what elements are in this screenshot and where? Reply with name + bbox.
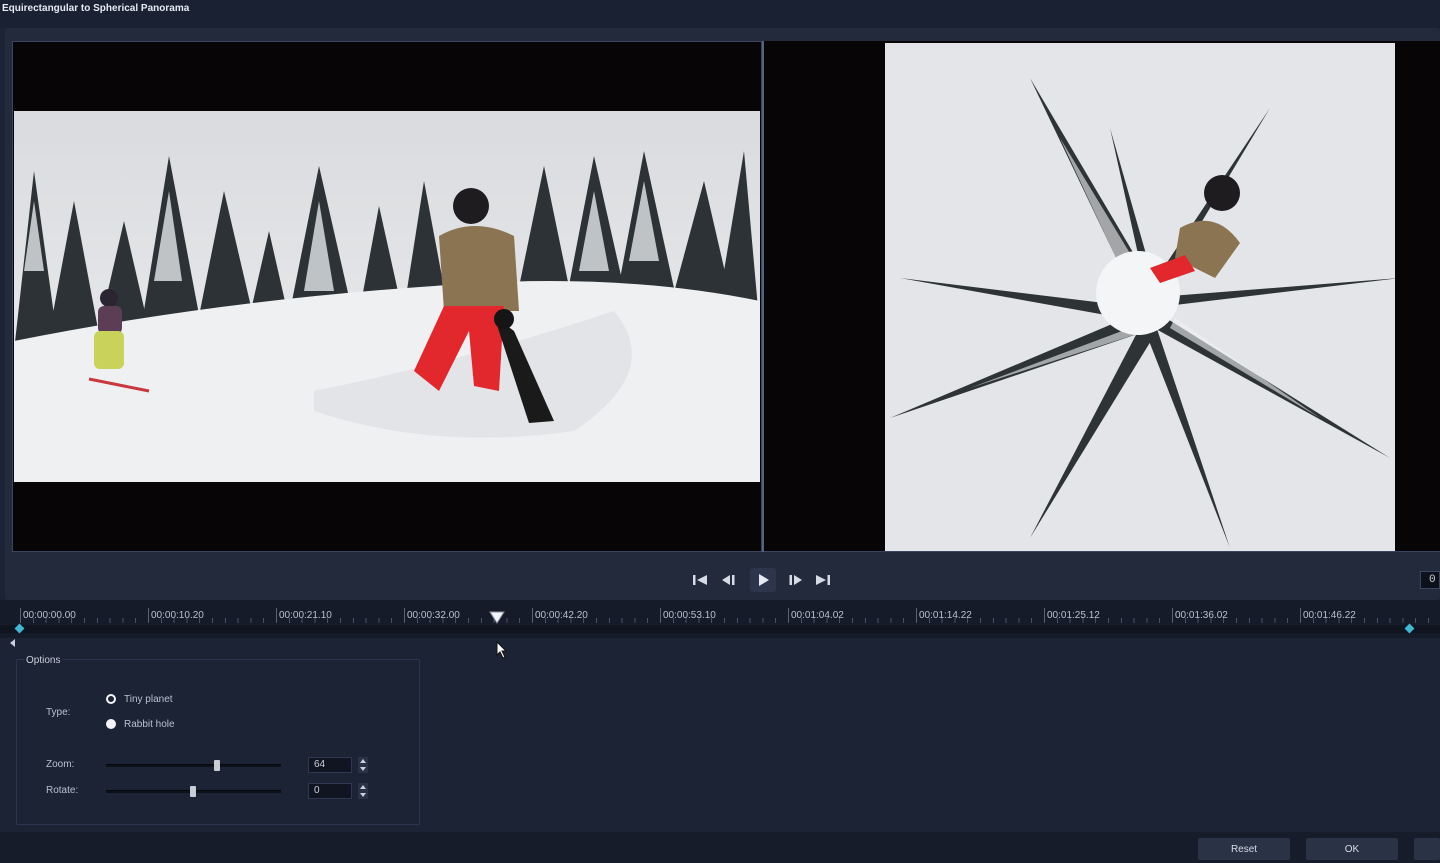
- rotate-increment-icon[interactable]: [358, 783, 368, 791]
- major-tick: [916, 608, 917, 622]
- rotate-input[interactable]: 0: [308, 783, 352, 799]
- type-label: Type:: [46, 707, 71, 718]
- cancel-button[interactable]: [1414, 838, 1440, 860]
- timeline-label: 00:01:04.02: [791, 610, 844, 621]
- ok-button[interactable]: OK: [1306, 838, 1398, 860]
- result-preview-image: [885, 43, 1395, 551]
- scroll-left-icon[interactable]: [10, 639, 15, 647]
- timeline-label: 00:00:00.00: [23, 610, 76, 621]
- panorama-dialog: Equirectangular to Spherical Panorama 0 …: [0, 0, 1440, 863]
- title-bar: Equirectangular to Spherical Panorama: [0, 0, 1440, 28]
- skip-start-icon: [693, 575, 707, 585]
- tiny-planet-label[interactable]: Tiny planet: [124, 694, 173, 705]
- next-frame-button[interactable]: [783, 568, 809, 592]
- timeline-label: 00:00:42.20: [535, 610, 588, 621]
- rabbit-hole-radio[interactable]: [106, 719, 116, 729]
- play-icon: [759, 574, 769, 586]
- timeline-label: 00:01:14.22: [919, 610, 972, 621]
- skip-end-icon: [816, 575, 830, 585]
- major-tick: [1044, 608, 1045, 622]
- tiny-planet-radio[interactable]: [106, 694, 116, 704]
- options-section-label: Options: [24, 655, 63, 666]
- zoom-stepper[interactable]: [358, 757, 368, 773]
- mouse-cursor-icon: [496, 641, 508, 659]
- step-back-icon: [722, 575, 735, 585]
- timeline-label: 00:01:25.12: [1047, 610, 1100, 621]
- major-tick: [1300, 608, 1301, 622]
- timeline-label: 00:00:32.00: [407, 610, 460, 621]
- zoom-label: Zoom:: [46, 759, 75, 770]
- step-forward-icon: [789, 575, 802, 585]
- options-panel: [16, 659, 420, 825]
- timeline-label: 00:00:53.10: [663, 610, 716, 621]
- timeline-label: 00:00:21.10: [279, 610, 332, 621]
- rotate-slider-thumb[interactable]: [190, 786, 196, 797]
- rotate-decrement-icon[interactable]: [358, 791, 368, 799]
- rabbit-hole-label[interactable]: Rabbit hole: [124, 719, 175, 730]
- major-tick: [660, 608, 661, 622]
- zoom-slider-thumb[interactable]: [214, 760, 220, 771]
- timeline-ruler[interactable]: 00:00:00.00 00:00:10.20 00:00:21.10 00:0…: [0, 600, 1440, 638]
- major-tick: [788, 608, 789, 622]
- reset-button[interactable]: Reset: [1198, 838, 1290, 860]
- major-tick: [1172, 608, 1173, 622]
- rotate-stepper[interactable]: [358, 783, 368, 799]
- zoom-slider[interactable]: [106, 764, 281, 767]
- zoom-increment-icon[interactable]: [358, 757, 368, 765]
- major-tick: [404, 608, 405, 622]
- timeline-track[interactable]: [0, 625, 1440, 633]
- timeline-label: 00:01:36.02: [1175, 610, 1228, 621]
- playhead-icon[interactable]: [489, 611, 505, 625]
- go-to-start-button[interactable]: [687, 568, 713, 592]
- timeline-label: 00:01:46.22: [1303, 610, 1356, 621]
- window-title: Equirectangular to Spherical Panorama: [2, 3, 190, 14]
- go-to-end-button[interactable]: [810, 568, 836, 592]
- zoom-decrement-icon[interactable]: [358, 765, 368, 773]
- transport-controls: 0: [0, 560, 1440, 600]
- timecode-display[interactable]: 0: [1420, 571, 1440, 589]
- rotate-label: Rotate:: [46, 785, 79, 796]
- play-button[interactable]: [750, 568, 776, 592]
- previous-frame-button[interactable]: [715, 568, 741, 592]
- major-tick: [20, 608, 21, 622]
- major-tick: [148, 608, 149, 622]
- timeline-label: 00:00:10.20: [151, 610, 204, 621]
- major-tick: [532, 608, 533, 622]
- source-preview-image: [14, 111, 760, 482]
- major-tick: [276, 608, 277, 622]
- zoom-input[interactable]: 64: [308, 757, 352, 773]
